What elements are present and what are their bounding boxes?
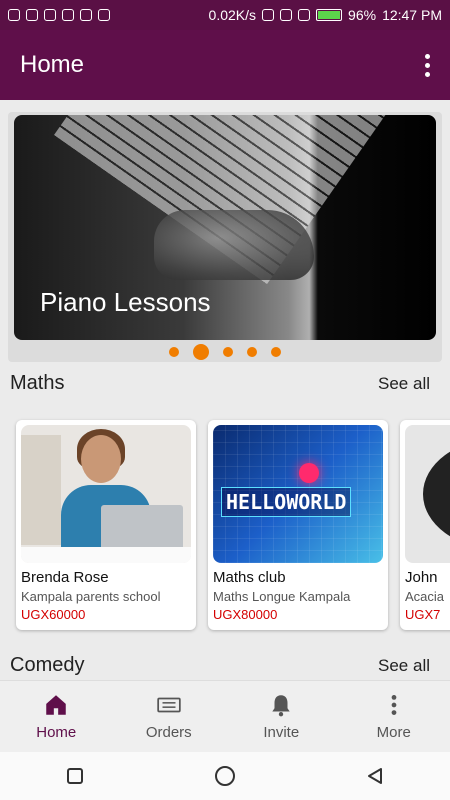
course-card[interactable]: HELLOWORLD Maths club Maths Longue Kampa… — [208, 420, 388, 630]
course-card[interactable]: Brenda Rose Kampala parents school UGX60… — [16, 420, 196, 630]
status-bar: 0.02K/s 96% 12:47 PM — [0, 0, 450, 30]
home-icon — [46, 695, 66, 715]
home-button[interactable] — [205, 756, 245, 796]
course-price: UGX60000 — [21, 607, 86, 622]
page-title: Home — [20, 51, 85, 78]
course-image — [405, 425, 450, 563]
overflow-menu-icon[interactable] — [425, 53, 430, 77]
download-icon — [98, 9, 110, 21]
course-price: UGX7 — [405, 607, 441, 622]
signal-icon — [298, 9, 311, 21]
see-all-maths-link[interactable]: See all — [378, 374, 440, 394]
section-title: Comedy — [10, 654, 85, 676]
carousel-dot[interactable] — [169, 347, 179, 357]
course-school: Kampala parents school — [21, 589, 161, 604]
image-text: HELLOWORLD — [221, 487, 352, 517]
battery-percent: 96% — [348, 7, 377, 23]
course-name: John — [405, 569, 438, 586]
share-icon — [26, 9, 38, 21]
nav-label: More — [376, 724, 411, 741]
back-button[interactable] — [355, 756, 395, 796]
more-vertical-icon — [391, 695, 397, 715]
network-speed: 0.02K/s — [208, 7, 257, 23]
course-name: Maths club — [213, 569, 286, 586]
bell-icon — [272, 695, 290, 717]
whatsapp-icon — [8, 9, 20, 21]
home-content[interactable]: Piano Lessons Maths See all Brenda Rose … — [0, 100, 450, 680]
ticket-icon — [157, 697, 181, 713]
carousel-dot[interactable] — [271, 347, 281, 357]
maths-card-list[interactable]: Brenda Rose Kampala parents school UGX60… — [16, 420, 450, 630]
carousel-dot[interactable] — [223, 347, 233, 357]
usb-debug-icon — [62, 9, 74, 21]
banner-carousel[interactable]: Piano Lessons — [8, 112, 442, 362]
course-image: HELLOWORLD — [213, 425, 383, 563]
wifi-icon — [280, 9, 293, 21]
usb-icon — [44, 9, 56, 21]
app-bar: Home — [0, 30, 450, 100]
nav-label: Invite — [263, 724, 300, 741]
section-header-maths: Maths See all — [10, 372, 440, 395]
nav-label: Orders — [145, 724, 192, 741]
see-all-comedy-link[interactable]: See all — [378, 656, 440, 676]
banner-title: Piano Lessons — [40, 287, 211, 317]
section-header-comedy: Comedy See all — [10, 654, 440, 677]
course-name: Brenda Rose — [21, 569, 109, 586]
system-navigation-bar — [0, 752, 450, 800]
vibrate-icon — [262, 9, 275, 21]
bottom-navigation: Home Orders Invite More — [0, 680, 450, 752]
course-card[interactable]: John Acacia UGX7 — [400, 420, 450, 630]
back-triangle-icon — [368, 768, 382, 784]
nav-label: Home — [36, 724, 77, 741]
nav-more[interactable]: More — [338, 681, 450, 752]
twitter-icon — [80, 9, 92, 21]
square-icon — [67, 768, 83, 784]
battery-icon — [316, 9, 343, 21]
course-image — [21, 425, 191, 563]
course-school: Acacia — [405, 589, 445, 604]
carousel-dot-active[interactable] — [193, 344, 209, 360]
circle-icon — [215, 766, 235, 786]
notification-icons — [8, 9, 110, 21]
recents-button[interactable] — [55, 756, 95, 796]
nav-invite[interactable]: Invite — [225, 681, 338, 752]
carousel-indicators — [8, 344, 442, 360]
clock: 12:47 PM — [382, 7, 442, 23]
nav-orders[interactable]: Orders — [113, 681, 226, 752]
carousel-dot[interactable] — [247, 347, 257, 357]
banner-slide[interactable]: Piano Lessons — [14, 115, 436, 340]
course-price: UGX80000 — [213, 607, 278, 622]
course-school: Maths Longue Kampala — [213, 589, 351, 604]
section-title: Maths — [10, 372, 65, 394]
nav-home[interactable]: Home — [0, 681, 113, 752]
hands-image — [154, 210, 314, 280]
